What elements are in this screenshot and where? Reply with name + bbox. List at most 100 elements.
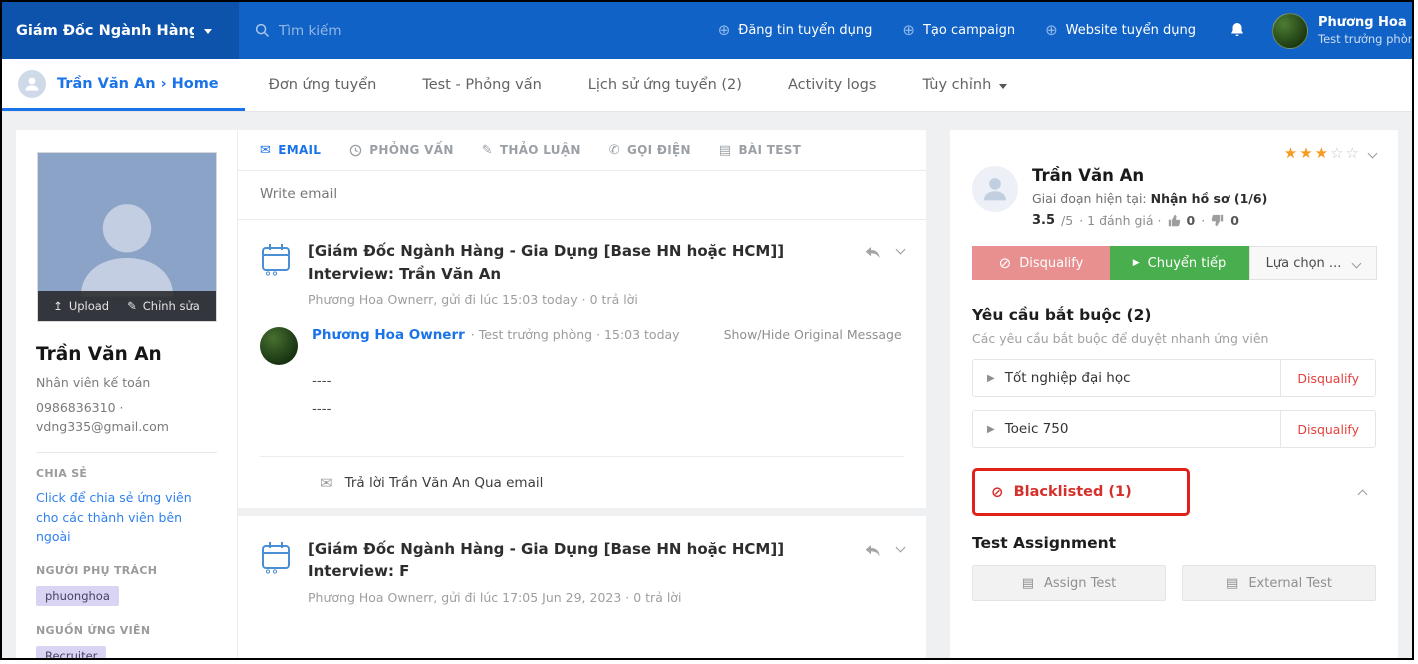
chevron-down-icon [1351,258,1362,268]
external-test-button[interactable]: ▤ External Test [1182,565,1376,601]
star-rating[interactable]: ★★★☆☆ [1284,144,1361,162]
tab-applications[interactable]: Đơn ứng tuyển [269,77,377,93]
candidate-actions: ⊘ Disqualify ▶ Chuyển tiếp Lựa chọn ... [972,246,1377,280]
candidate-header: Trần Văn An Giai đoạn hiện tại: Nhận hồ … [972,166,1376,228]
share-candidate-link[interactable]: Click để chia sẻ ứng viên cho các thành … [36,488,217,546]
options-label: Lựa chọn ... [1265,255,1342,271]
requirement-label-wrap: ▶ Toeic 750 [973,421,1280,437]
user-avatar [1272,12,1308,49]
requirement-row[interactable]: ▶ Toeic 750 Disqualify [972,410,1376,448]
options-dropdown[interactable]: Lựa chọn ... [1249,246,1377,280]
phone-icon: ✆ [608,142,620,158]
breadcrumb[interactable]: Trần Văn An › Home [2,59,245,111]
requirement-label-wrap: ▶ Tốt nghiệp đại học [973,370,1280,386]
write-email-field[interactable]: Write email [238,171,926,220]
tab-discussion[interactable]: ✎ THẢO LUẬN [482,143,581,157]
career-site-button[interactable]: ⊕ Website tuyển dụng [1045,21,1196,39]
create-campaign-button[interactable]: ⊕ Tạo campaign [902,23,1016,39]
toggle-original-message-link[interactable]: Show/Hide Original Message [724,327,902,342]
upload-photo-button[interactable]: ↥ Upload [53,299,109,313]
plus-circle-icon: ⊕ [1045,21,1058,39]
user-name: Phương Hoa ... [1318,15,1412,30]
requirement-row[interactable]: ▶ Tốt nghiệp đại học Disqualify [972,359,1376,397]
user-menu[interactable]: Phương Hoa ... Test trưởng phòng [1272,12,1412,49]
tab-call[interactable]: ✆ GỌI ĐIỆN [609,143,691,157]
tab-label: Lịch sử ứng tuyển (2) [587,77,742,93]
global-search[interactable] [255,22,499,39]
career-site-label: Website tuyển dụng [1065,23,1196,38]
tab-customize[interactable]: Tùy chỉnh [922,77,1008,93]
project-dropdown[interactable]: Giám Đốc Ngành Hàng - Gi... [2,2,239,59]
requirement-label: Tốt nghiệp đại học [1004,370,1131,386]
person-icon [25,77,39,91]
tab-email[interactable]: ✉ EMAIL [260,143,321,157]
thumb-up-icon [1168,214,1181,227]
email-summary[interactable]: [Giám Đốc Ngành Hàng - Gia Dụng [Base HN… [308,538,865,605]
reply-icon[interactable] [865,246,881,260]
tab-test-interview[interactable]: Test - Phỏng vấn [422,77,541,93]
email-actions [865,240,906,307]
requirement-label: Toeic 750 [1004,421,1069,437]
email-message: Phương Hoa Ownerr · Test trưởng phòng · … [238,313,926,424]
tab-label: Tùy chỉnh [922,77,992,93]
triangle-right-icon: ▶ [987,423,995,435]
rating-max: /5 [1061,213,1074,228]
reply-via-email-button[interactable]: ✉ Trả lời Trần Văn An Qua email [260,455,904,508]
user-texts: Phương Hoa ... Test trưởng phòng [1318,15,1412,46]
disqualify-button[interactable]: ⊘ Disqualify [972,246,1110,280]
topbar-actions: ⊕ Đăng tin tuyển dụng ⊕ Tạo campaign ⊕ W… [717,21,1196,39]
assign-test-button[interactable]: ▤ Assign Test [972,565,1166,601]
user-role: Test trưởng phòng [1318,32,1412,46]
breadcrumb-label: Trần Văn An › Home [57,75,219,92]
forward-label: Chuyển tiếp [1147,255,1227,271]
requirement-disqualify-link[interactable]: Disqualify [1280,411,1375,447]
calendar-icon [260,240,294,307]
sender-name-link[interactable]: Phương Hoa Ownerr [312,327,465,343]
search-input[interactable] [279,22,499,39]
message-body: ---- ---- [312,367,904,424]
rating-score: 3.5 [1032,213,1056,228]
stage-label: Giai đoạn hiện tại: [1032,191,1147,206]
thread-block: ✉ EMAIL PHỎNG VẤN ✎ THẢO LUẬN ✆ GỌI ĐIỆN… [238,130,926,508]
blacklisted-badge[interactable]: ⊘ Blacklisted (1) [972,468,1190,516]
reply-icon[interactable] [865,544,881,558]
sender-meta: · Test trưởng phòng · 15:03 today [470,327,680,342]
message-body-wrap: Phương Hoa Ownerr · Test trưởng phòng · … [312,327,904,424]
requirement-disqualify-link[interactable]: Disqualify [1280,360,1375,396]
create-campaign-label: Tạo campaign [922,23,1016,38]
assignee-badge: phuonghoa [36,586,119,607]
document-icon: ▤ [1021,575,1034,591]
thread-tabs: ✉ EMAIL PHỎNG VẤN ✎ THẢO LUẬN ✆ GỌI ĐIỆN… [238,130,926,171]
pencil-icon: ✎ [127,299,137,313]
candidate-name: Trần Văn An [1032,166,1145,185]
email-actions [865,538,906,605]
forward-button[interactable]: ▶ Chuyển tiếp [1110,246,1249,280]
test-assignment-actions: ▤ Assign Test ▤ External Test [972,565,1376,601]
post-job-button[interactable]: ⊕ Đăng tin tuyển dụng [717,21,873,39]
candidate-avatar [18,69,46,98]
chevron-down-icon[interactable] [895,542,906,553]
tab-activity-logs[interactable]: Activity logs [788,77,877,93]
assignee-section-label: NGƯỜI PHỤ TRÁCH [36,564,158,578]
candidate-phone: 0986836310 · [36,399,124,415]
document-icon: ▤ [718,142,732,158]
top-bar: Giám Đốc Ngành Hàng - Gi... ⊕ Đăng tin t… [2,2,1412,59]
message-line: ---- [312,401,332,418]
email-thread: ✉ EMAIL PHỎNG VẤN ✎ THẢO LUẬN ✆ GỌI ĐIỆN… [238,130,926,658]
tab-interview[interactable]: PHỎNG VẤN [349,143,453,157]
chevron-down-icon[interactable] [895,244,906,255]
tab-history[interactable]: Lịch sử ứng tuyển (2) [588,77,742,93]
dislikes-count: 0 [1230,213,1239,228]
email-meta: Phương Hoa Ownerr, gửi đi lúc 17:05 Jun … [308,589,682,605]
share-section-label: CHIA SẺ [36,467,88,481]
notifications-button[interactable] [1228,21,1246,40]
email-meta: Phương Hoa Ownerr, gửi đi lúc 15:03 toda… [308,292,638,307]
edit-photo-button[interactable]: ✎ Chỉnh sửa [127,299,200,313]
email-summary[interactable]: [Giám Đốc Ngành Hàng - Gia Dụng [Base HN… [308,240,865,307]
tab-test[interactable]: ▤ BÀI TEST [719,143,801,157]
plus-circle-icon: ⊕ [717,21,731,39]
chevron-up-icon[interactable] [1357,489,1368,499]
thumb-down-icon [1211,214,1224,227]
chevron-down-icon[interactable] [1367,148,1378,158]
test-assignment-title: Test Assignment [972,534,1117,552]
